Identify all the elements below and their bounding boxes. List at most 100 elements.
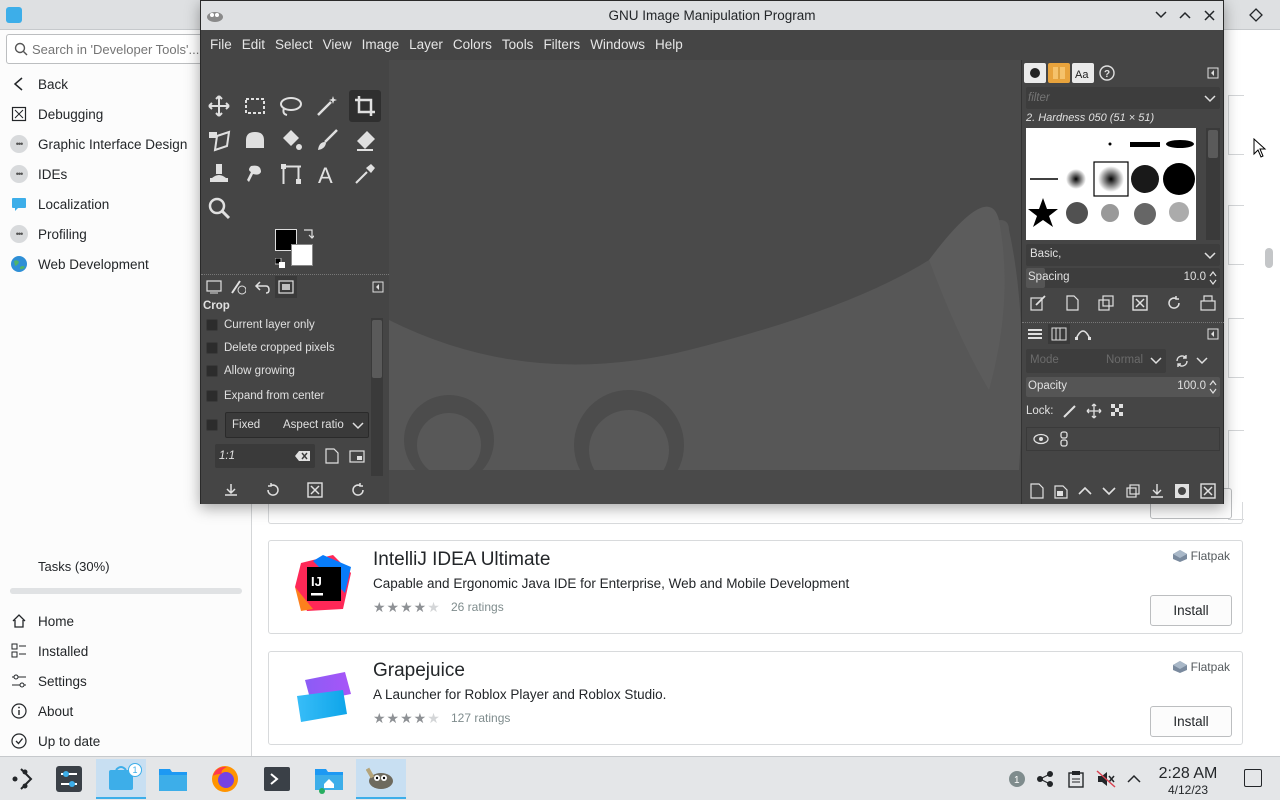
visibility-eye-icon[interactable] <box>1033 433 1049 445</box>
brush-filter-input[interactable] <box>1028 90 1188 106</box>
fixed-aspect-combo[interactable]: Fixed Aspect ratio <box>225 412 369 438</box>
free-select-tool[interactable] <box>275 90 307 122</box>
option-current-layer-only[interactable]: Current layer only <box>206 319 315 331</box>
nav-home[interactable]: Home <box>0 606 252 636</box>
spinner-icon[interactable] <box>1209 270 1217 286</box>
portrait-icon[interactable] <box>325 448 339 464</box>
taskbar-home-folder[interactable] <box>306 759 352 799</box>
open-as-image-icon[interactable] <box>1200 295 1216 311</box>
layer-mode-combo[interactable]: Mode Normal <box>1026 349 1166 373</box>
taskbar-firefox[interactable] <box>202 759 248 799</box>
checkbox[interactable] <box>206 319 218 331</box>
lock-pixels-icon[interactable] <box>1062 403 1078 419</box>
lock-alpha-icon[interactable] <box>1110 403 1126 419</box>
crop-tool[interactable] <box>349 90 381 122</box>
patterns-tab[interactable] <box>1048 63 1070 83</box>
menu-filters[interactable]: Filters <box>538 30 585 60</box>
app-name[interactable]: IntelliJ IDEA Ultimate <box>373 549 550 571</box>
clock-time[interactable]: 2:28 AM <box>1150 765 1226 783</box>
raise-layer-icon[interactable] <box>1078 486 1092 496</box>
device-status-tab[interactable] <box>227 276 249 298</box>
taskbar-konsole[interactable] <box>254 759 300 799</box>
channels-tab[interactable] <box>1048 323 1070 344</box>
duplicate-layer-icon[interactable] <box>1126 484 1140 498</box>
menu-file[interactable]: File <box>205 30 237 60</box>
edit-brush-icon[interactable] <box>1030 295 1046 311</box>
help-tab[interactable]: ? <box>1096 63 1118 83</box>
eraser-tool[interactable] <box>349 124 381 156</box>
app-card-grapejuice[interactable]: Grapejuice A Launcher for Roblox Player … <box>268 651 1243 745</box>
app-card-partial[interactable] <box>268 502 1243 524</box>
bucket-fill-tool[interactable] <box>275 124 307 156</box>
app-name[interactable]: Grapejuice <box>373 660 465 682</box>
minimize-button[interactable] <box>1151 6 1171 24</box>
image-canvas[interactable] <box>389 60 1021 504</box>
checkbox[interactable] <box>206 342 218 354</box>
nav-installed[interactable]: Installed <box>0 636 252 666</box>
menu-colors[interactable]: Colors <box>448 30 497 60</box>
diamond-icon[interactable] <box>1248 7 1268 23</box>
brush-filter-field[interactable] <box>1026 87 1220 109</box>
move-tool[interactable] <box>203 90 235 122</box>
menu-layer[interactable]: Layer <box>404 30 448 60</box>
dock-menu-button[interactable] <box>1202 63 1224 83</box>
chevron-down-icon[interactable] <box>1196 357 1208 365</box>
aspect-ratio-input[interactable] <box>219 448 289 464</box>
layer-mask-icon[interactable] <box>1174 483 1190 499</box>
swap-colors-icon[interactable] <box>302 228 316 240</box>
brush-grid-scrollbar[interactable] <box>1206 128 1220 240</box>
nav-settings[interactable]: Settings <box>0 666 252 696</box>
delete-options-icon[interactable] <box>307 482 323 498</box>
fuzzy-select-tool[interactable] <box>311 90 343 122</box>
switch-mode-icon[interactable] <box>1174 353 1190 369</box>
images-tab[interactable] <box>275 275 297 298</box>
nav-about[interactable]: About <box>0 696 252 726</box>
brush-tag-combo[interactable]: Basic, <box>1026 244 1220 266</box>
lower-layer-icon[interactable] <box>1102 486 1116 496</box>
gimp-titlebar[interactable]: GNU Image Manipulation Program <box>201 1 1223 30</box>
paths-tab[interactable] <box>1072 324 1094 344</box>
scrollbar-thumb[interactable] <box>1265 248 1273 268</box>
unified-transform-tool[interactable] <box>203 124 235 156</box>
brushes-tab[interactable] <box>1024 63 1046 83</box>
dock-menu-button[interactable] <box>1202 324 1224 344</box>
landscape-icon[interactable] <box>349 450 365 464</box>
rect-select-tool[interactable] <box>239 90 271 122</box>
lock-position-icon[interactable] <box>1086 403 1102 419</box>
taskbar-dolphin[interactable] <box>150 759 196 799</box>
new-brush-icon[interactable] <box>1064 295 1080 311</box>
option-expand-from-center[interactable]: Expand from center <box>206 390 324 402</box>
duplicate-brush-icon[interactable] <box>1098 295 1114 311</box>
smudge-tool[interactable] <box>239 158 271 190</box>
paths-tool[interactable] <box>275 158 307 190</box>
tray-kde-connect[interactable] <box>1035 769 1055 789</box>
dock-menu-button[interactable] <box>367 276 389 298</box>
warp-transform-tool[interactable] <box>239 124 271 156</box>
tray-expand[interactable] <box>1124 769 1144 789</box>
clear-icon[interactable] <box>295 450 311 462</box>
new-layer-group-icon[interactable] <box>1054 483 1068 499</box>
maximize-button[interactable] <box>1175 6 1195 24</box>
tray-clipboard[interactable] <box>1066 769 1086 789</box>
opacity-slider[interactable]: Opacity 100.0 <box>1026 377 1220 397</box>
save-options-icon[interactable] <box>224 483 238 497</box>
install-button[interactable]: Install <box>1150 706 1232 737</box>
close-button[interactable] <box>1199 6 1219 24</box>
color-picker-tool[interactable] <box>349 158 381 190</box>
gimp-window[interactable]: GNU Image Manipulation Program File Edit… <box>200 0 1267 504</box>
merge-layer-icon[interactable] <box>1150 483 1164 499</box>
spacing-slider[interactable]: Spacing 10.0 <box>1026 268 1220 288</box>
menu-tools[interactable]: Tools <box>497 30 539 60</box>
brush-grid[interactable] <box>1026 128 1196 240</box>
menu-image[interactable]: Image <box>357 30 405 60</box>
option-delete-cropped-pixels[interactable]: Delete cropped pixels <box>206 342 335 354</box>
nav-up-to-date[interactable]: Up to date <box>0 726 252 756</box>
menu-help[interactable]: Help <box>650 30 688 60</box>
application-launcher[interactable] <box>0 759 46 799</box>
clock-date[interactable]: 4/12/23 <box>1150 783 1226 797</box>
menu-windows[interactable]: Windows <box>585 30 650 60</box>
paintbrush-tool[interactable] <box>311 124 343 156</box>
tray-updates[interactable]: 1 <box>1007 769 1027 789</box>
checkbox[interactable] <box>206 390 218 402</box>
option-fixed[interactable] <box>206 419 224 431</box>
